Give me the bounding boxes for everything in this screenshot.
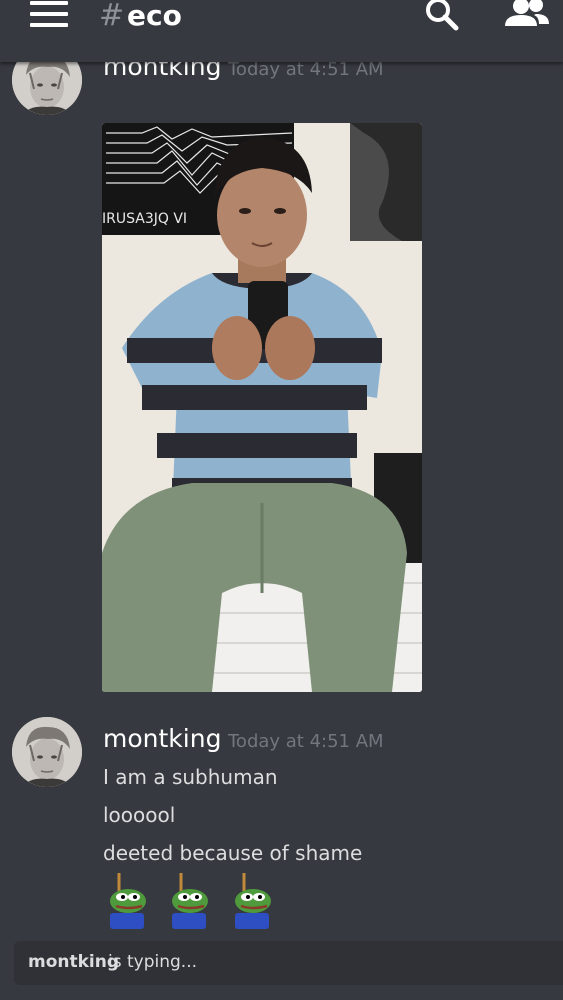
svg-text:IRUSA3JQ VI: IRUSA3JQ VI: [102, 211, 187, 227]
image-attachment[interactable]: IRUSA3JQ VI: [102, 123, 422, 692]
hanging-pepe-emoji[interactable]: [229, 873, 279, 929]
typing-text: is typing...: [108, 952, 198, 972]
typing-user: montking: [28, 952, 120, 972]
typing-indicator: montking is typing...: [14, 941, 563, 985]
message-text: I am a subhuman: [103, 765, 278, 789]
channel-name: eco: [127, 0, 182, 32]
message-text: loooool: [103, 803, 176, 827]
channel-header: # eco: [0, 0, 563, 62]
members-icon[interactable]: [503, 0, 551, 30]
hanging-pepe-emoji[interactable]: [166, 873, 216, 929]
hanging-pepe-emoji[interactable]: [104, 873, 154, 929]
search-icon[interactable]: [422, 0, 462, 32]
avatar[interactable]: [12, 717, 82, 787]
message-text: deeted because of shame: [103, 841, 363, 865]
message-timestamp: Today at 4:51 AM: [228, 59, 384, 80]
message-timestamp: Today at 4:51 AM: [228, 731, 384, 752]
menu-icon[interactable]: [30, 1, 68, 27]
channel-hash-icon: #: [99, 0, 125, 33]
message-author[interactable]: montking: [103, 724, 221, 753]
